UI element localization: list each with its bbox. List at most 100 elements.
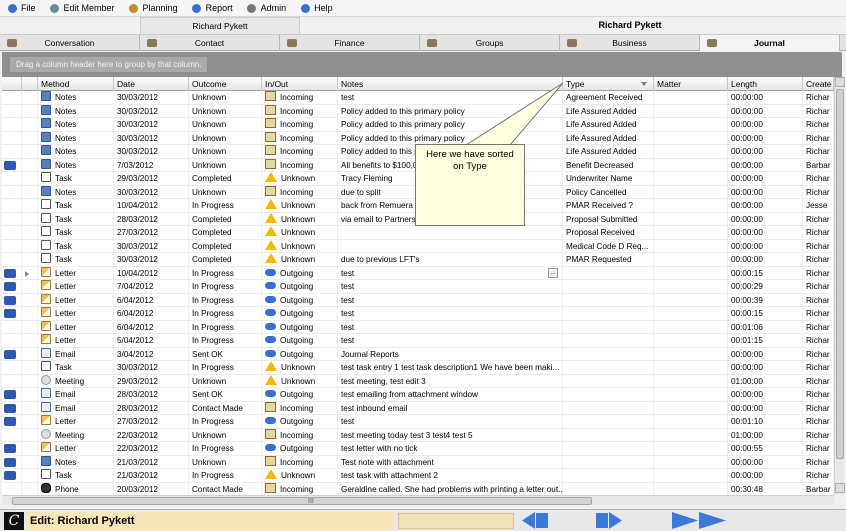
nav-next-icon[interactable] xyxy=(596,512,622,529)
flag-cell xyxy=(2,334,22,348)
table-row[interactable]: Task 30/03/2012 Completed Unknown due to pre… xyxy=(2,253,834,267)
table-row[interactable]: Letter 7/04/2012 In Progress Outgoing test 00… xyxy=(2,280,834,294)
table-row[interactable]: Task 27/03/2012 Completed Unknown Proposal R… xyxy=(2,226,834,240)
outcome-cell: In Progress xyxy=(189,415,262,429)
column-header-matter[interactable]: Matter xyxy=(654,77,728,91)
table-row[interactable]: Email 28/03/2012 Sent OK Outgoing test email… xyxy=(2,388,834,402)
table-row[interactable]: Meeting 29/03/2012 Unknown Unknown test meet… xyxy=(2,374,834,388)
column-header-length[interactable]: Length xyxy=(728,77,803,91)
table-row[interactable]: Notes 21/03/2012 Unknown Incoming Test note … xyxy=(2,455,834,469)
incoming-direction-icon xyxy=(265,118,276,128)
method-cell: Notes xyxy=(38,185,114,199)
inout-text: Unknown xyxy=(281,471,316,480)
column-header-type[interactable]: Type xyxy=(563,77,654,91)
column-header-in-out[interactable]: In/Out xyxy=(262,77,338,91)
column-header-label: Method xyxy=(41,79,70,89)
tab-finance[interactable]: Finance xyxy=(280,35,420,51)
tab-journal[interactable]: Journal xyxy=(700,35,840,51)
table-row[interactable]: Letter 5/04/2012 In Progress Outgoing test 00… xyxy=(2,334,834,348)
date-text: 22/03/2012 xyxy=(117,430,158,440)
inout-cell: Outgoing xyxy=(262,442,338,456)
table-row[interactable]: Task 30/03/2012 Completed Unknown Medical Co… xyxy=(2,239,834,253)
method-cell: Task xyxy=(38,239,114,253)
outcome-text: Sent OK xyxy=(192,349,223,359)
notes-text: due to previous LFT's xyxy=(341,255,420,264)
header-indicator-col[interactable] xyxy=(22,77,38,91)
table-row[interactable]: Notes 30/03/2012 Unknown Incoming Policy add… xyxy=(2,104,834,118)
matter-cell xyxy=(654,199,728,213)
type-text: Benefit Decreased xyxy=(566,160,634,170)
method-cell: Task xyxy=(38,469,114,483)
table-row[interactable]: Letter 6/04/2012 In Progress Outgoing test 00… xyxy=(2,320,834,334)
task-method-icon xyxy=(41,199,51,209)
matter-cell xyxy=(654,482,728,495)
table-row[interactable]: Task 30/03/2012 In Progress Unknown test tas… xyxy=(2,361,834,375)
column-header-notes[interactable]: Notes xyxy=(338,77,563,91)
table-row[interactable]: Notes 30/03/2012 Unknown Incoming test Agreem… xyxy=(2,91,834,105)
column-header-label: Notes xyxy=(341,79,364,89)
column-header-outcome[interactable]: Outcome xyxy=(189,77,262,91)
table-row[interactable]: Letter 6/04/2012 In Progress Outgoing test 00… xyxy=(2,307,834,321)
table-row[interactable]: Letter 22/03/2012 In Progress Outgoing test … xyxy=(2,442,834,456)
menu-report[interactable]: Report xyxy=(189,1,235,16)
date-text: 30/03/2012 xyxy=(117,255,158,264)
status-edit-label: Edit: Richard Pykett xyxy=(26,512,394,530)
column-header-method[interactable]: Method xyxy=(38,77,114,91)
group-by-panel[interactable]: Drag a column header here to group by th… xyxy=(2,52,842,77)
created-text: Richar xyxy=(806,106,830,116)
table-row[interactable]: Email 3/04/2012 Sent OK Outgoing Journal Rep… xyxy=(2,347,834,361)
notes-text: test meeting, test edit 3 xyxy=(341,376,426,386)
table-row[interactable]: Phone 20/03/2012 Contact Made Incoming Geral… xyxy=(2,482,834,495)
task-method-icon xyxy=(41,469,51,479)
menu-planning[interactable]: Planning xyxy=(126,1,180,16)
scroll-down-button[interactable] xyxy=(835,483,845,493)
file-icon xyxy=(6,2,18,14)
menu-edit-member[interactable]: Edit Member xyxy=(47,1,117,16)
header-flag-col[interactable] xyxy=(2,77,22,91)
date-text: 30/03/2012 xyxy=(117,93,158,102)
outcome-cell: Completed xyxy=(189,226,262,240)
nav-last-icon[interactable] xyxy=(672,512,726,529)
date-text: 30/03/2012 xyxy=(117,241,158,251)
column-header-create[interactable]: Create xyxy=(803,77,834,91)
outcome-text: In Progress xyxy=(192,363,234,372)
tab-business[interactable]: Business xyxy=(560,35,700,51)
date-text: 30/03/2012 xyxy=(117,363,158,372)
tab-contact[interactable]: Contact xyxy=(140,35,280,51)
inout-text: Incoming xyxy=(280,120,314,129)
ind-cell xyxy=(22,442,38,456)
table-row[interactable]: Letter 27/03/2012 In Progress Outgoing test 0… xyxy=(2,415,834,429)
table-row[interactable]: Meeting 22/03/2012 Unknown Incoming test mee… xyxy=(2,428,834,442)
table-row[interactable]: Letter 6/04/2012 In Progress Outgoing test 00… xyxy=(2,293,834,307)
matter-cell xyxy=(654,253,728,267)
created-text: Richar xyxy=(806,241,830,251)
created-text: Richar xyxy=(806,309,830,318)
title-row: Richard Pykett Richard Pykett xyxy=(0,17,846,34)
inout-cell: Incoming xyxy=(262,158,338,172)
table-row[interactable]: Email 28/03/2012 Contact Made Incoming test … xyxy=(2,401,834,415)
nav-first-icon[interactable] xyxy=(522,512,548,529)
method-cell: Notes xyxy=(38,455,114,469)
column-header-date[interactable]: Date xyxy=(114,77,189,91)
scroll-up-button[interactable] xyxy=(835,77,845,87)
table-row[interactable]: Notes 30/03/2012 Unknown Incoming Policy add… xyxy=(2,131,834,145)
notes-ellipsis-button[interactable]: ... xyxy=(548,267,558,278)
inout-text: Outgoing xyxy=(280,349,314,359)
table-row[interactable]: Notes 30/03/2012 Unknown Incoming Policy add… xyxy=(2,118,834,132)
vertical-scroll-thumb[interactable] xyxy=(836,89,844,459)
horizontal-scrollbar[interactable]: III xyxy=(2,495,834,505)
menu-label: File xyxy=(21,3,36,13)
menu-file[interactable]: File xyxy=(4,1,38,16)
menu-help[interactable]: Help xyxy=(297,1,335,16)
tab-conversation[interactable]: Conversation xyxy=(0,35,140,51)
horizontal-scroll-thumb[interactable]: III xyxy=(12,497,592,505)
table-row[interactable]: Letter 10/04/2012 In Progress Outgoing test.… xyxy=(2,266,834,280)
vertical-scrollbar[interactable] xyxy=(834,77,845,495)
notes-cell: Geraldine called. She had problems with … xyxy=(338,482,563,495)
notes-method-icon xyxy=(41,118,51,128)
flag-cell xyxy=(2,293,22,307)
table-row[interactable]: Task 21/03/2012 In Progress Unknown test tas… xyxy=(2,469,834,483)
notes-text: test xyxy=(341,295,355,305)
menu-admin[interactable]: Admin xyxy=(244,1,289,16)
tab-groups[interactable]: Groups xyxy=(420,35,560,51)
